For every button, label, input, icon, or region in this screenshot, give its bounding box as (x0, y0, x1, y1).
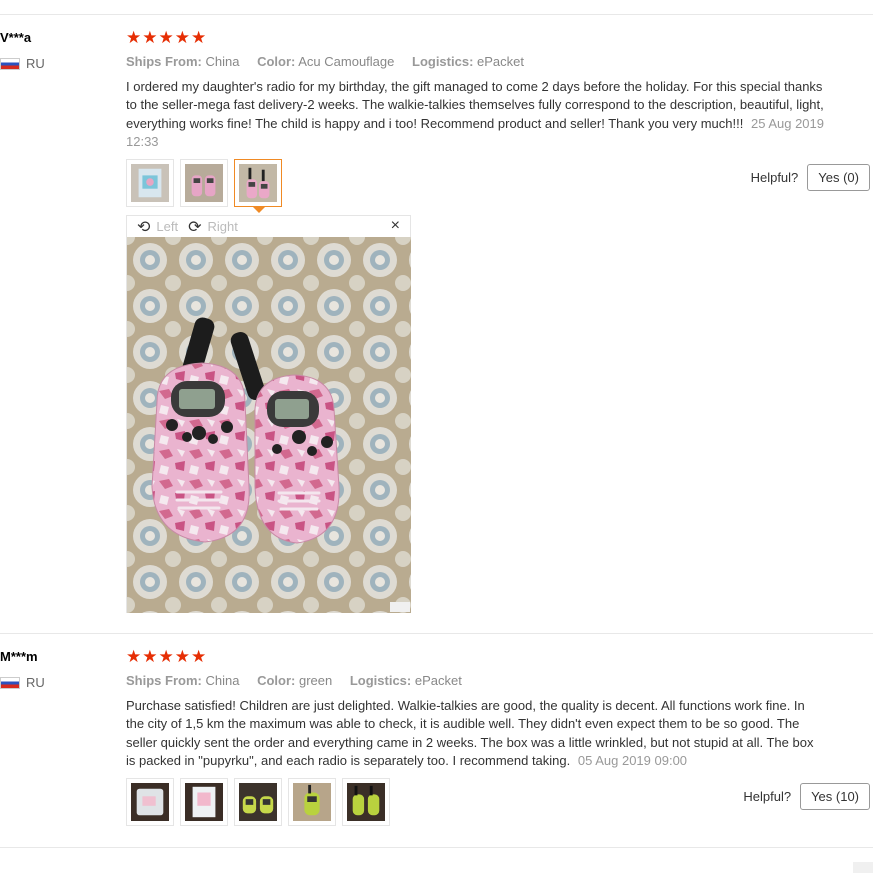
rotate-left-button[interactable]: ⟲ Left (137, 217, 178, 237)
photo-thumbnail[interactable] (342, 778, 390, 826)
walkie-talkie-photo-icon (239, 783, 277, 821)
photo-thumbnail[interactable] (126, 159, 174, 207)
review-photo-large (127, 237, 411, 613)
color-label: Color: (257, 54, 296, 69)
logistics-value: ePacket (414, 673, 462, 688)
viewer-resize-corner (390, 602, 410, 612)
photo-thumbnail[interactable] (126, 778, 174, 826)
helpful-vote: Helpful? Yes (0) (751, 164, 870, 191)
rotate-left-label: Left (156, 219, 179, 234)
review-body: I ordered my daughter's radio for my bir… (126, 79, 824, 131)
walkie-talkie-photo-icon (185, 164, 223, 202)
review-date: 05 Aug 2019 09:00 (577, 752, 688, 768)
reviewer-name: M***m (0, 649, 38, 664)
selected-indicator (253, 207, 265, 213)
logistics-value: ePacket (477, 54, 525, 69)
divider (0, 14, 873, 15)
star-rating: ★★★★★ (126, 28, 208, 47)
ships-from-value: China (205, 54, 240, 69)
photo-thumbnail[interactable] (234, 778, 282, 826)
box-photo-icon (185, 783, 223, 821)
helpful-yes-button[interactable]: Yes (0) (807, 164, 870, 191)
helpful-label: Helpful? (743, 789, 792, 804)
logistics-label: Logistics: (349, 673, 412, 688)
viewer-toolbar: ⟲ Left ⟳ Right × (127, 216, 410, 237)
russia-flag-icon (0, 57, 20, 70)
color-value: green (298, 673, 333, 688)
reviewer-name: V***a (0, 30, 32, 45)
walkie-talkie-photo-icon (347, 783, 385, 821)
walkie-talkie-photo-icon (239, 164, 277, 202)
country-code: RU (26, 56, 45, 71)
review-photos (126, 778, 390, 826)
reviewer-country: RU (0, 675, 45, 690)
photo-thumbnail[interactable] (180, 159, 228, 207)
ships-from-label: Ships From: (126, 673, 202, 688)
divider (0, 847, 873, 848)
review-body: Purchase satisfied! Children are just de… (126, 698, 814, 768)
russia-flag-icon (0, 676, 20, 689)
rotate-right-icon: ⟳ (188, 218, 202, 236)
color-label: Color: (257, 673, 296, 688)
close-icon[interactable]: × (391, 217, 400, 235)
ships-from-value: China (205, 673, 240, 688)
package-photo-icon (131, 783, 169, 821)
helpful-yes-button[interactable]: Yes (10) (800, 783, 870, 810)
divider (0, 633, 873, 634)
review-photos (126, 159, 282, 213)
photo-thumbnail-selected[interactable] (234, 159, 282, 213)
helpful-vote: Helpful? Yes (10) (743, 783, 870, 810)
box-photo-icon (131, 164, 169, 202)
star-rating: ★★★★★ (126, 647, 208, 666)
walkie-talkie-photo-icon (293, 783, 331, 821)
rotate-left-icon: ⟲ (137, 218, 151, 236)
photo-viewer: ⟲ Left ⟳ Right × (126, 215, 411, 613)
reviewer-country: RU (0, 56, 45, 71)
rotate-right-button[interactable]: ⟳ Right (188, 217, 238, 237)
rotate-right-label: Right (207, 219, 238, 234)
review-meta: Ships From: China Color: green Logistics… (126, 673, 476, 688)
review-text: Purchase satisfied! Children are just de… (126, 697, 826, 770)
photo-thumbnail[interactable] (288, 778, 336, 826)
helpful-label: Helpful? (750, 170, 799, 185)
photo-thumbnail[interactable] (180, 778, 228, 826)
country-code: RU (26, 675, 45, 690)
color-value: Acu Camouflage (298, 54, 395, 69)
scroll-corner (853, 862, 873, 873)
review-text: I ordered my daughter's radio for my bir… (126, 78, 826, 151)
review-meta: Ships From: China Color: Acu Camouflage … (126, 54, 538, 69)
logistics-label: Logistics: (412, 54, 474, 69)
ships-from-label: Ships From: (126, 54, 202, 69)
